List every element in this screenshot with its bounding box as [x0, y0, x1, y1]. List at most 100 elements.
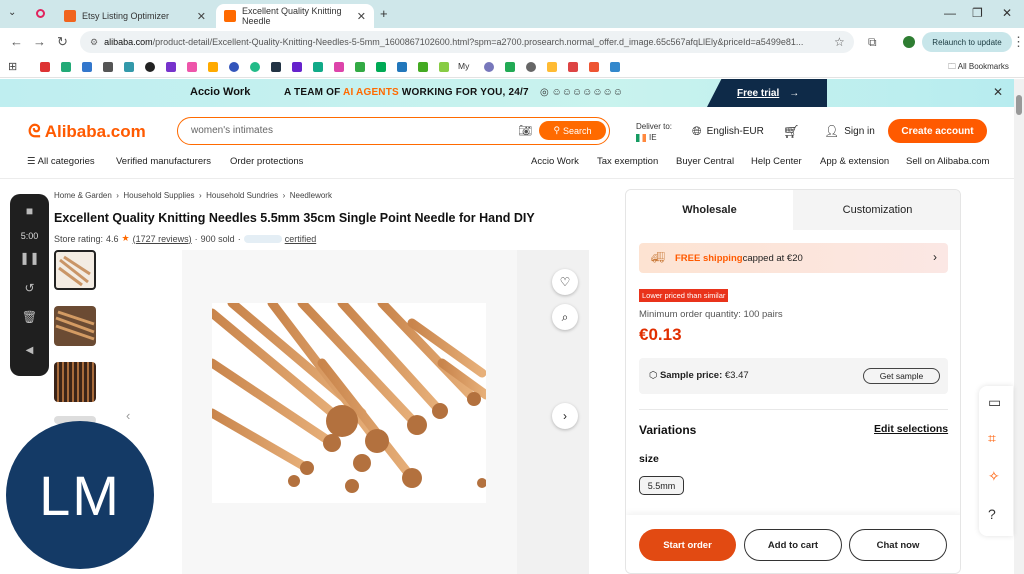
restart-icon[interactable]: ↺ — [10, 281, 49, 295]
next-image-button[interactable]: › — [552, 403, 578, 429]
thumbnail-3[interactable] — [54, 362, 96, 402]
pinned-tab-icon[interactable] — [36, 9, 45, 18]
bookmark-icon[interactable] — [40, 62, 50, 72]
chat-now-button[interactable]: Chat now — [849, 529, 947, 561]
free-trial-button[interactable]: Free trial → — [707, 79, 827, 107]
cart-button[interactable]: 🛒︎ — [783, 124, 800, 140]
relaunch-button[interactable]: Relaunch to update — [922, 32, 1012, 52]
reviews-link[interactable]: (1727 reviews) — [133, 234, 192, 244]
nav-order-protections[interactable]: Order protections — [230, 156, 303, 167]
breadcrumb-item[interactable]: Home & Garden — [54, 191, 112, 200]
bookmark-icon[interactable] — [166, 62, 176, 72]
new-tab-button[interactable]: + — [380, 6, 388, 21]
menu-icon[interactable]: ⋮ — [1012, 34, 1024, 50]
bookmark-icon[interactable] — [82, 62, 92, 72]
bookmark-icon[interactable] — [355, 62, 365, 72]
close-tab-icon[interactable]: ✕ — [197, 10, 206, 23]
nav-verified-manufacturers[interactable]: Verified manufacturers — [116, 156, 211, 167]
bookmark-icon[interactable] — [61, 62, 71, 72]
prev-image-icon[interactable]: ‹ — [126, 408, 130, 423]
get-sample-button[interactable]: Get sample — [863, 368, 940, 384]
back-icon[interactable]: ← — [10, 34, 23, 49]
stop-recording-icon[interactable]: ■ — [10, 204, 49, 218]
ai-sparkle-icon[interactable]: ✧ — [988, 468, 1000, 485]
bookmark-icon[interactable] — [568, 62, 578, 72]
size-option[interactable]: 5.5mm — [639, 476, 684, 495]
minimize-icon[interactable]: — — [944, 6, 956, 20]
add-to-cart-button[interactable]: Add to cart — [744, 529, 842, 561]
image-search-button[interactable]: ⌕ — [552, 304, 578, 330]
deliver-to[interactable]: Deliver to: IE — [636, 121, 672, 143]
bookmark-icon[interactable] — [208, 62, 218, 72]
favorite-button[interactable]: ♡ — [552, 269, 578, 295]
thumbnail-1[interactable] — [54, 250, 96, 290]
alibaba-logo[interactable]: ᘓ Alibaba.com — [28, 121, 146, 142]
camera-icon[interactable]: 📷︎ — [518, 124, 532, 137]
tab-search-chevron-icon[interactable]: ⌄ — [8, 7, 16, 18]
trash-icon[interactable]: 🗑︎ — [10, 310, 49, 324]
certified-link[interactable]: certified — [285, 234, 317, 244]
search-button[interactable]: ⚲ Search — [539, 121, 606, 140]
tab-etsy-listing-optimizer[interactable]: Etsy Listing Optimizer ✕ — [56, 4, 214, 28]
bookmark-icon[interactable] — [397, 62, 407, 72]
maximize-icon[interactable]: ❐ — [972, 6, 983, 20]
extensions-icon[interactable]: ⧉ — [868, 35, 877, 50]
bookmark-icon[interactable] — [589, 62, 599, 72]
reload-icon[interactable]: ↻ — [57, 34, 68, 50]
language-selector[interactable]: 🌐︎ English-EUR — [692, 124, 764, 139]
mute-icon[interactable]: ◀︎ — [10, 345, 49, 356]
nav-app-extension[interactable]: App & extension — [820, 156, 889, 167]
search-input[interactable]: women's intimates — [191, 125, 273, 136]
bookmark-star-icon[interactable]: ☆ — [834, 35, 845, 49]
breadcrumb-item[interactable]: Needlework — [290, 191, 332, 200]
bookmark-icon[interactable] — [439, 62, 449, 72]
nav-help-center[interactable]: Help Center — [751, 156, 802, 167]
bookmark-icon[interactable] — [313, 62, 323, 72]
banner-close-icon[interactable]: ✕ — [993, 85, 1003, 99]
help-icon[interactable]: ? — [988, 506, 996, 522]
bookmark-icon[interactable] — [610, 62, 620, 72]
image-search-icon[interactable]: ⌗ — [988, 430, 996, 447]
pause-icon[interactable]: ❚❚ — [10, 251, 49, 265]
sign-in-button[interactable]: 👤︎ Sign in — [824, 124, 875, 138]
bookmark-icon[interactable] — [124, 62, 134, 72]
bookmark-icon[interactable] — [271, 62, 281, 72]
bookmark-icon[interactable] — [505, 62, 515, 72]
bookmark-icon[interactable] — [484, 62, 494, 72]
nav-buyer-central[interactable]: Buyer Central — [676, 156, 734, 167]
all-categories[interactable]: ☰ All categories — [27, 156, 95, 167]
bookmark-icon[interactable] — [334, 62, 344, 72]
edit-selections-link[interactable]: Edit selections — [874, 423, 948, 435]
breadcrumb-item[interactable]: Household Sundries — [206, 191, 278, 200]
bookmark-icon[interactable] — [145, 62, 155, 72]
bookmark-icon[interactable] — [418, 62, 428, 72]
bookmark-my[interactable]: My — [458, 61, 469, 71]
bookmark-icon[interactable] — [376, 62, 386, 72]
bookmark-icon[interactable] — [292, 62, 302, 72]
profile-avatar[interactable] — [903, 36, 915, 48]
all-bookmarks[interactable]: 🗀 All Bookmarks — [948, 61, 1009, 75]
nav-accio-work[interactable]: Accio Work — [531, 156, 579, 167]
close-tab-icon[interactable]: ✕ — [357, 10, 366, 23]
create-account-button[interactable]: Create account — [888, 119, 987, 143]
apps-grid-icon[interactable]: ⊞ — [8, 60, 17, 73]
bookmark-icon[interactable] — [229, 62, 239, 72]
scrollbar-thumb[interactable] — [1016, 95, 1022, 115]
start-order-button[interactable]: Start order — [639, 529, 736, 561]
tab-alibaba-product[interactable]: Excellent Quality Knitting Needle ✕ — [216, 4, 374, 28]
forward-icon[interactable]: → — [33, 34, 46, 49]
bookmark-icon[interactable] — [103, 62, 113, 72]
site-info-icon[interactable]: ⚙ — [90, 37, 98, 48]
nav-sell-on-alibaba[interactable]: Sell on Alibaba.com — [906, 156, 989, 167]
bookmark-icon[interactable] — [526, 62, 536, 72]
message-icon[interactable]: ▭ — [988, 394, 1001, 411]
bookmark-icon[interactable] — [547, 62, 557, 72]
breadcrumb-item[interactable]: Household Supplies — [123, 191, 194, 200]
free-shipping-banner[interactable]: 🚚︎ FREE shipping capped at €20 › — [639, 243, 948, 273]
bookmark-icon[interactable] — [187, 62, 197, 72]
bookmark-icon[interactable] — [250, 62, 260, 72]
tab-customization[interactable]: Customization — [793, 190, 960, 230]
page-scrollbar[interactable] — [1014, 79, 1024, 574]
promo-banner[interactable]: Accio Work A TEAM OF AI AGENTS WORKING F… — [0, 79, 1014, 107]
thumbnail-2[interactable] — [54, 306, 96, 346]
